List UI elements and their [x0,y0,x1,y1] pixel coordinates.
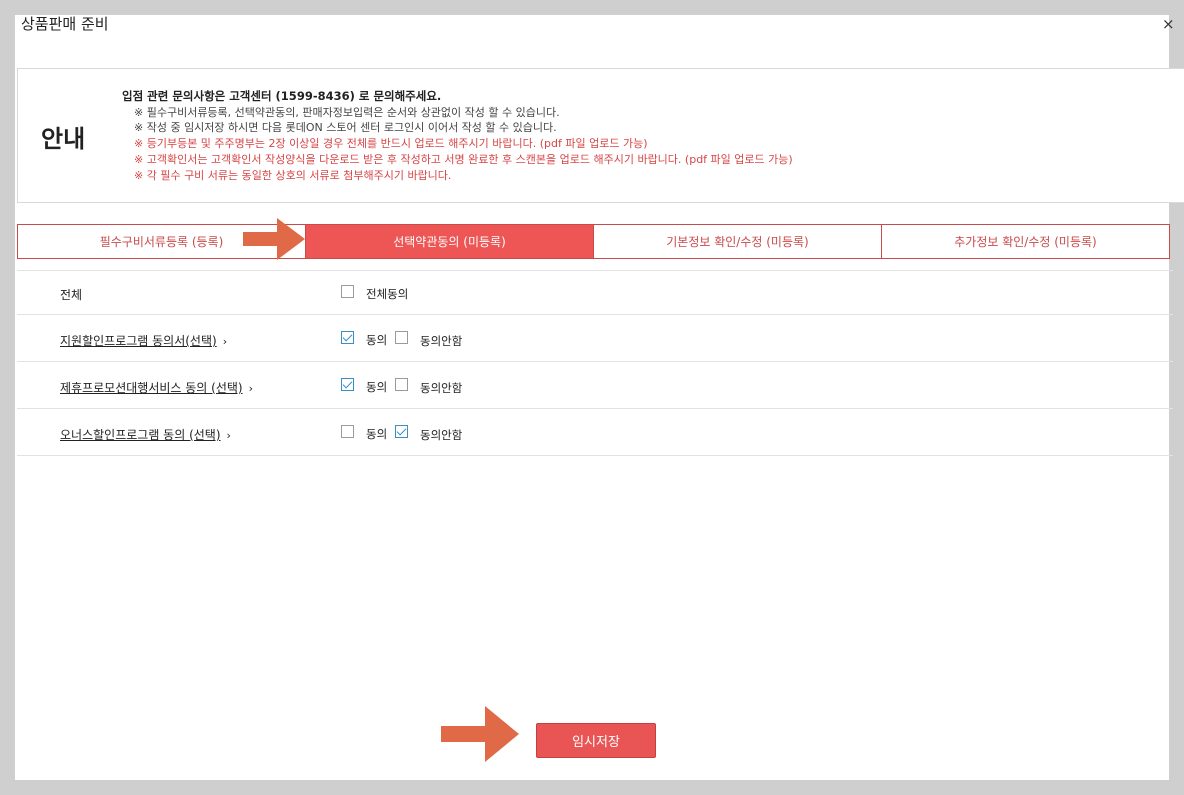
divider [17,270,1173,271]
disagree-label: 동의안함 [420,381,463,395]
notice-line: ※ 등기부등본 및 주주명부는 2장 이상일 경우 전체를 반드시 업로드 해주… [134,137,648,151]
tab-additional-info[interactable]: 추가정보 확인/수정 (미등록) [882,225,1169,258]
agreement-link[interactable]: 지원할인프로그램 동의서(선택) [60,334,217,348]
divider [17,455,1173,456]
disagree-label: 동의안함 [420,334,463,348]
step-tabs: 필수구비서류등록 (등록) 선택약관동의 (미등록) 기본정보 확인/수정 (미… [17,224,1170,259]
disagree-checkbox[interactable] [395,331,408,344]
agree-checkbox[interactable] [341,378,354,391]
temp-save-button[interactable]: 임시저장 [536,723,656,758]
notice-lines: 입점 관련 문의사항은 고객센터 (1599-8436) 로 문의해주세요. ※… [122,89,793,183]
chevron-right-icon[interactable]: › [223,335,227,348]
divider [17,314,1173,315]
agreement-row-label: 제휴프로모션대행서비스 동의 (선택) › [60,379,253,396]
disagree-checkbox[interactable] [395,378,408,391]
notice-box: 안내 입점 관련 문의사항은 고객센터 (1599-8436) 로 문의해주세요… [17,68,1184,203]
divider [17,361,1173,362]
notice-line: ※ 각 필수 구비 서류는 동일한 상호의 서류로 첨부해주시기 바랍니다. [134,168,452,182]
notice-line: ※ 고객확인서는 고객확인서 작성양식을 다운로드 받은 후 작성하고 서명 완… [134,152,793,166]
divider [17,408,1173,409]
disagree-label: 동의안함 [420,428,463,442]
chevron-right-icon[interactable]: › [227,429,231,442]
close-icon[interactable]: × [1162,17,1175,32]
notice-line: 입점 관련 문의사항은 고객센터 (1599-8436) 로 문의해주세요. [122,89,442,103]
arrow-right-icon [441,706,519,762]
agreement-all-label: 전체 [60,288,83,302]
disagree-checkbox[interactable] [395,425,408,438]
modal-dialog: 상품판매 준비 × 안내 입점 관련 문의사항은 고객센터 (1599-8436… [15,15,1184,780]
agreement-link[interactable]: 오너스할인프로그램 동의 (선택) [60,428,221,442]
tab-optional-terms[interactable]: 선택약관동의 (미등록) [306,225,594,258]
tab-basic-info[interactable]: 기본정보 확인/수정 (미등록) [594,225,882,258]
agree-checkbox[interactable] [341,331,354,344]
agree-all-checkbox[interactable] [341,285,354,298]
chevron-right-icon[interactable]: › [249,382,253,395]
arrow-right-icon [243,218,305,260]
notice-heading: 안내 [41,125,86,153]
agreement-row-label: 지원할인프로그램 동의서(선택) › [60,332,227,349]
agreement-link[interactable]: 제휴프로모션대행서비스 동의 (선택) [60,381,243,395]
agree-checkbox[interactable] [341,425,354,438]
agreement-row-label: 오너스할인프로그램 동의 (선택) › [60,426,231,443]
agree-label: 동의 [366,427,388,441]
agree-all-label: 전체동의 [366,287,409,301]
notice-line: ※ 작성 중 임시저장 하시면 다음 롯데ON 스토어 센터 로그인시 이어서 … [134,121,557,135]
agree-label: 동의 [366,333,388,347]
agree-label: 동의 [366,380,388,394]
notice-line: ※ 필수구비서류등록, 선택약관동의, 판매자정보입력은 순서와 상관없이 작성… [134,105,560,119]
modal-title: 상품판매 준비 [21,15,109,33]
